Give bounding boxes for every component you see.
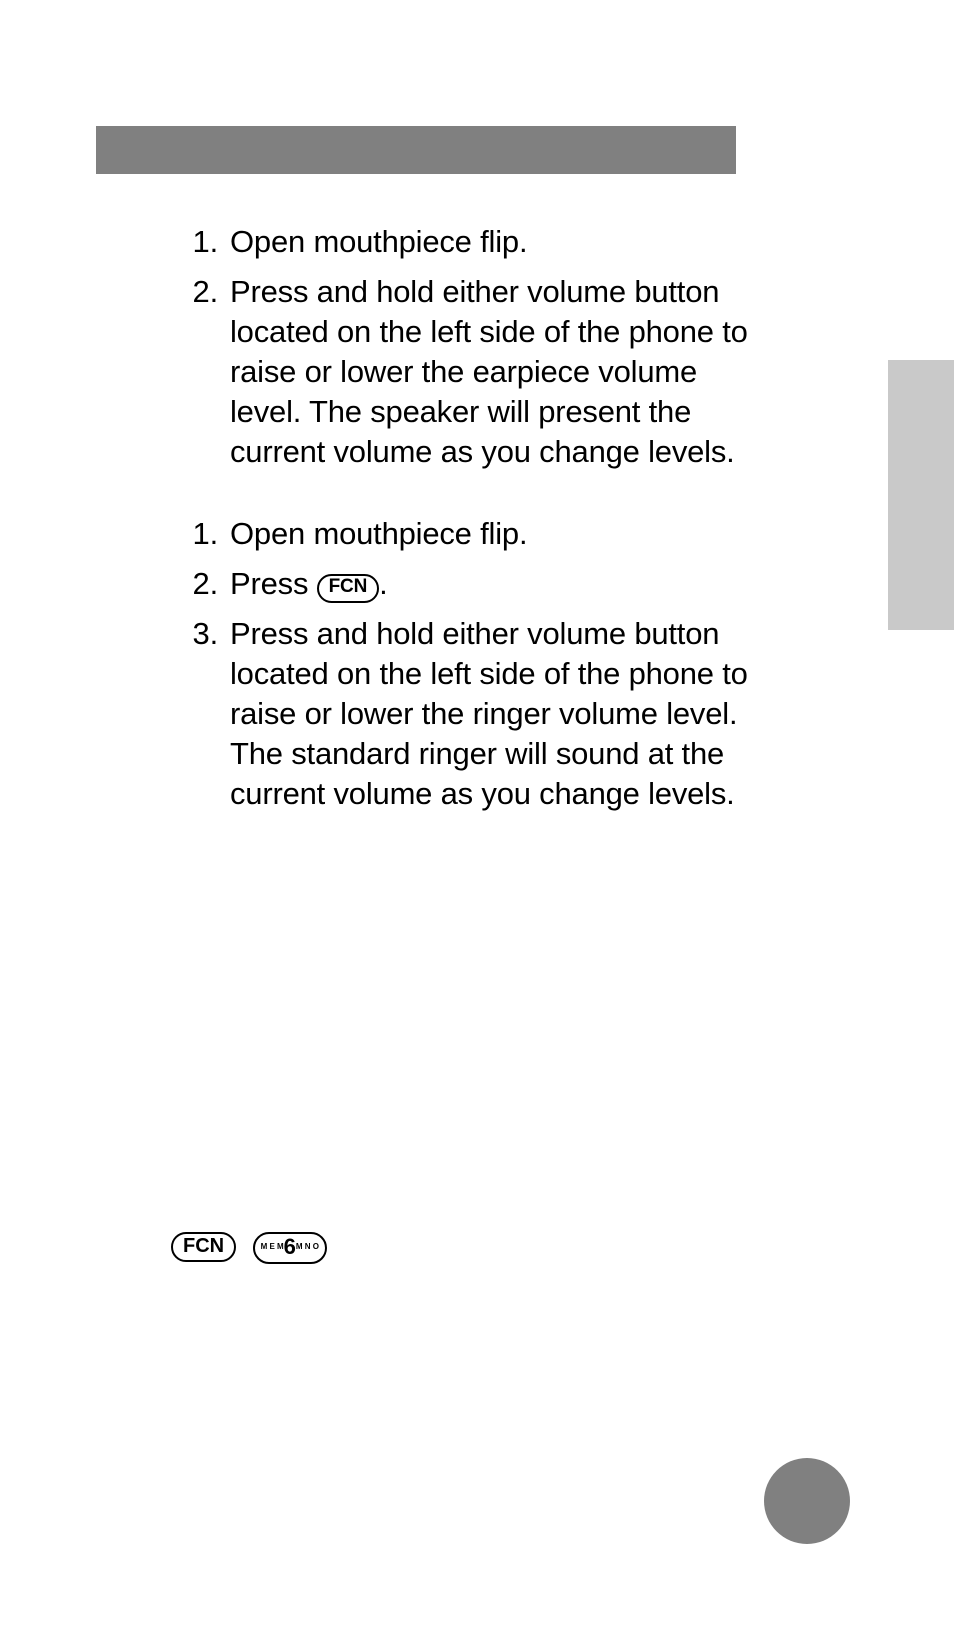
list-text-post: . [379, 566, 387, 601]
list-number: 1. [166, 514, 230, 554]
list-number: 1. [166, 222, 230, 262]
side-tab [888, 360, 954, 630]
six-key-icon: M E M6M N O [253, 1232, 327, 1264]
fcn-key-icon: FCN [317, 574, 379, 603]
page-number-dot [764, 1458, 850, 1544]
list-item: 3. Press and hold either volume button l… [166, 614, 756, 814]
instruction-list-1: 1. Open mouthpiece flip. 2. Press and ho… [166, 222, 756, 472]
list-text: Open mouthpiece flip. [230, 514, 756, 554]
section-header-bar [96, 126, 736, 174]
manual-page: 1. Open mouthpiece flip. 2. Press and ho… [0, 0, 954, 1636]
list-item: 1. Open mouthpiece flip. [166, 514, 756, 554]
body-content: 1. Open mouthpiece flip. 2. Press and ho… [166, 222, 756, 856]
list-text: Press and hold either volume button loca… [230, 614, 756, 814]
list-number: 2. [166, 272, 230, 472]
six-key-left-letters: M E M [261, 1243, 284, 1251]
fcn-key-icon: FCN [171, 1232, 236, 1262]
list-text: Press FCN. [230, 564, 756, 604]
list-text-pre: Press [230, 566, 317, 601]
list-text: Press and hold either volume button loca… [230, 272, 756, 472]
list-item: 2. Press FCN. [166, 564, 756, 604]
list-number: 2. [166, 564, 230, 604]
list-text: Open mouthpiece flip. [230, 222, 756, 262]
six-key-right-letters: M N O [296, 1243, 319, 1251]
footer-key-row: FCN M E M6M N O [171, 1232, 339, 1264]
list-item: 1. Open mouthpiece flip. [166, 222, 756, 262]
instruction-list-2: 1. Open mouthpiece flip. 2. Press FCN. 3… [166, 514, 756, 814]
six-key-digit: 6 [284, 1234, 296, 1259]
list-number: 3. [166, 614, 230, 814]
list-item: 2. Press and hold either volume button l… [166, 272, 756, 472]
